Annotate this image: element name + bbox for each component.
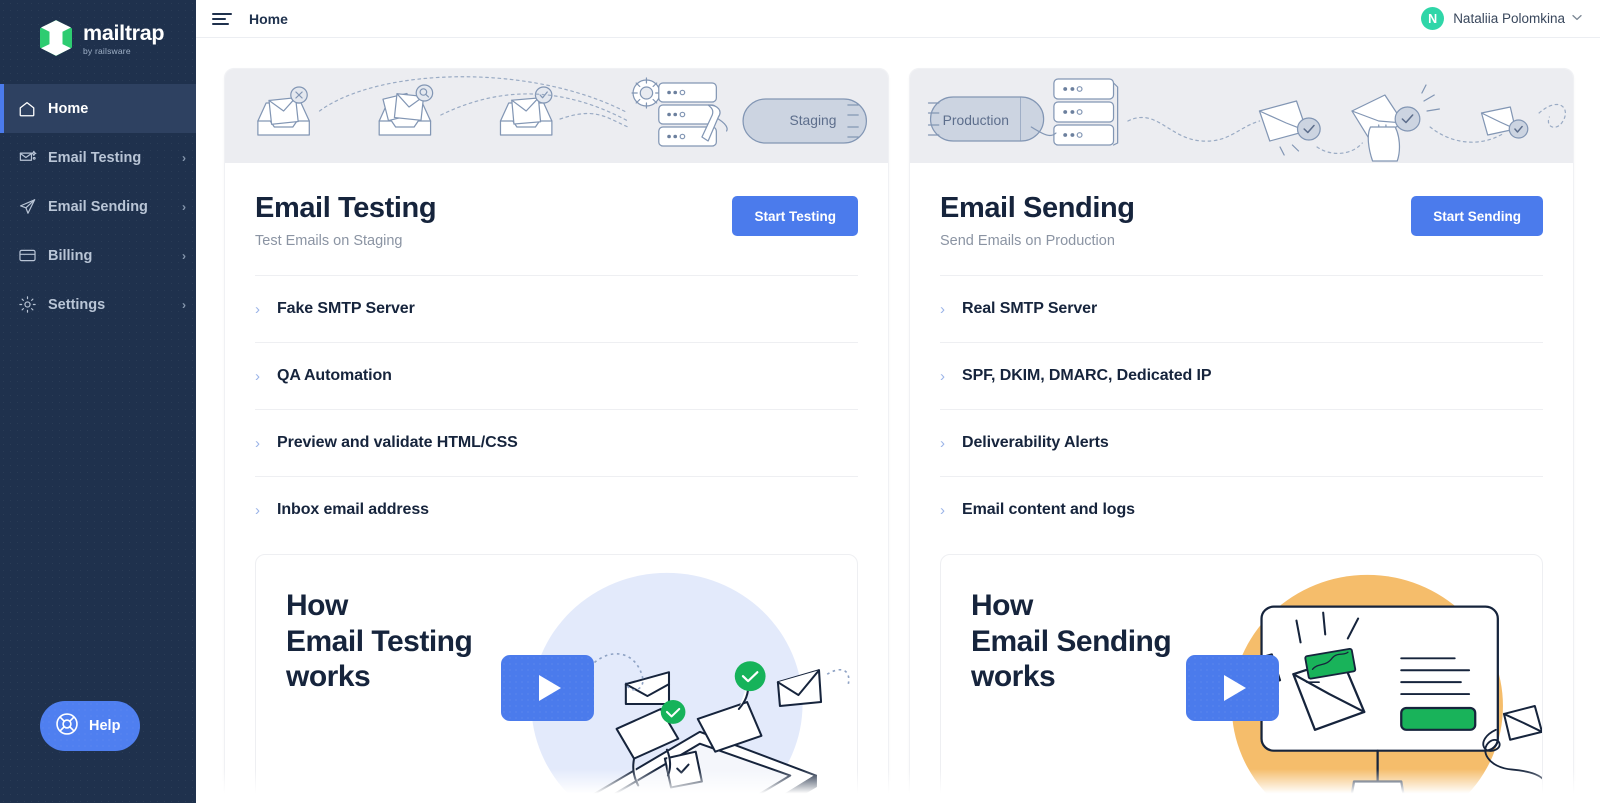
- production-flow-illustration: Production: [927, 78, 1566, 162]
- brand-logo[interactable]: mailtrap by railsware: [0, 0, 196, 76]
- chevron-right-icon: ›: [182, 248, 186, 263]
- card-subtitle: Send Emails on Production: [940, 233, 1115, 250]
- banner-label-staging: Staging: [789, 113, 836, 128]
- chevron-right-icon: ›: [940, 367, 945, 385]
- sidebar-item-settings[interactable]: Settings ›: [0, 280, 196, 329]
- sidebar: mailtrap by railsware Home Email Testing…: [0, 0, 196, 803]
- help-button[interactable]: Help: [40, 701, 140, 751]
- feature-list-email-testing: › Fake SMTP Server › QA Automation › Pre…: [255, 275, 858, 543]
- user-name: Nataliia Polomkina: [1453, 11, 1565, 26]
- video-card-email-sending[interactable]: How Email Sending works: [940, 554, 1543, 803]
- sidebar-item-label: Email Sending: [48, 198, 148, 215]
- feature-row[interactable]: › Email content and logs: [940, 476, 1543, 543]
- video-card-email-testing[interactable]: How Email Testing works: [255, 554, 858, 803]
- chevron-right-icon: ›: [255, 434, 260, 452]
- help-label: Help: [89, 718, 121, 734]
- gear-icon: [18, 295, 48, 314]
- chevron-right-icon: ›: [255, 300, 260, 318]
- chevron-down-icon: [1572, 13, 1582, 24]
- card-email-testing: Staging Email Testing Test Emails on Sta…: [224, 68, 889, 803]
- start-sending-button[interactable]: Start Sending: [1411, 196, 1543, 236]
- page-title: Email Sending: [940, 192, 1135, 224]
- banner-email-sending: Production: [910, 69, 1573, 163]
- start-testing-button[interactable]: Start Testing: [732, 196, 858, 236]
- user-menu[interactable]: N Nataliia Polomkina: [1421, 7, 1582, 30]
- feature-label: SPF, DKIM, DMARC, Dedicated IP: [962, 367, 1212, 385]
- feature-row[interactable]: › QA Automation: [255, 342, 858, 409]
- sidebar-item-email-testing[interactable]: Email Testing ›: [0, 133, 196, 182]
- card-subtitle: Test Emails on Staging: [255, 233, 403, 250]
- breadcrumb: Home: [249, 10, 288, 27]
- card-header: Email Sending Send Emails on Production …: [940, 192, 1543, 249]
- main-area: Home N Nataliia Polomkina Staging Email …: [196, 0, 1600, 803]
- feature-row[interactable]: › Preview and validate HTML/CSS: [255, 409, 858, 476]
- card-body-email-testing: Email Testing Test Emails on Staging Sta…: [225, 163, 888, 543]
- feature-list-email-sending: › Real SMTP Server › SPF, DKIM, DMARC, D…: [940, 275, 1543, 543]
- brand-tagline: by railsware: [83, 46, 131, 56]
- lifebuoy-icon: [54, 711, 80, 741]
- feature-row[interactable]: › Real SMTP Server: [940, 275, 1543, 342]
- envelope-sparkle-icon: [18, 148, 48, 167]
- app-root: mailtrap by railsware Home Email Testing…: [0, 0, 1600, 803]
- sidebar-item-home[interactable]: Home: [0, 84, 196, 133]
- sidebar-item-label: Email Testing: [48, 149, 142, 166]
- sidebar-item-billing[interactable]: Billing ›: [0, 231, 196, 280]
- sidebar-item-label: Home: [48, 100, 89, 117]
- video-title: How Email Sending works: [971, 589, 1172, 694]
- staging-flow-illustration: Staging: [257, 76, 868, 147]
- play-icon[interactable]: [501, 655, 594, 722]
- feature-row[interactable]: › Fake SMTP Server: [255, 275, 858, 342]
- credit-card-icon: [18, 246, 48, 265]
- avatar: N: [1421, 7, 1445, 30]
- video-title: How Email Testing works: [286, 589, 473, 694]
- feature-row[interactable]: › Inbox email address: [255, 476, 858, 543]
- feature-label: Preview and validate HTML/CSS: [277, 434, 518, 452]
- chevron-right-icon: ›: [255, 367, 260, 385]
- dashboard-content: Staging Email Testing Test Emails on Sta…: [196, 38, 1600, 803]
- card-header: Email Testing Test Emails on Staging Sta…: [255, 192, 858, 249]
- card-body-email-sending: Email Sending Send Emails on Production …: [910, 163, 1573, 543]
- banner-label-production: Production: [943, 113, 1009, 128]
- chevron-right-icon: ›: [940, 300, 945, 318]
- home-icon: [18, 100, 48, 118]
- feature-label: Real SMTP Server: [962, 300, 1098, 318]
- card-email-sending: Production Email Sending Send Emails on …: [909, 68, 1574, 803]
- sidebar-item-label: Billing: [48, 247, 93, 264]
- sidebar-item-email-sending[interactable]: Email Sending ›: [0, 182, 196, 231]
- help-area: Help: [0, 701, 196, 803]
- chevron-right-icon: ›: [255, 501, 260, 519]
- topbar: Home N Nataliia Polomkina: [196, 0, 1600, 38]
- feature-label: Inbox email address: [277, 501, 429, 519]
- brand-name: mailtrap: [83, 20, 165, 45]
- chevron-right-icon: ›: [940, 501, 945, 519]
- chevron-right-icon: ›: [182, 297, 186, 312]
- feature-label: QA Automation: [277, 367, 392, 385]
- page-title: Email Testing: [255, 192, 437, 224]
- mailtrap-logo-icon: [38, 19, 74, 57]
- feature-label: Email content and logs: [962, 501, 1135, 519]
- play-icon[interactable]: [1186, 655, 1279, 722]
- hamburger-icon[interactable]: [212, 12, 232, 26]
- banner-email-testing: Staging: [225, 69, 888, 163]
- feature-row[interactable]: › SPF, DKIM, DMARC, Dedicated IP: [940, 342, 1543, 409]
- paper-plane-icon: [18, 197, 48, 216]
- feature-label: Deliverability Alerts: [962, 434, 1109, 452]
- sidebar-item-label: Settings: [48, 296, 106, 313]
- chevron-right-icon: ›: [182, 150, 186, 165]
- chevron-right-icon: ›: [940, 434, 945, 452]
- sidebar-nav: Home Email Testing › Email Sending › Bil…: [0, 84, 196, 329]
- chevron-right-icon: ›: [182, 199, 186, 214]
- feature-row[interactable]: › Deliverability Alerts: [940, 409, 1543, 476]
- feature-label: Fake SMTP Server: [277, 300, 415, 318]
